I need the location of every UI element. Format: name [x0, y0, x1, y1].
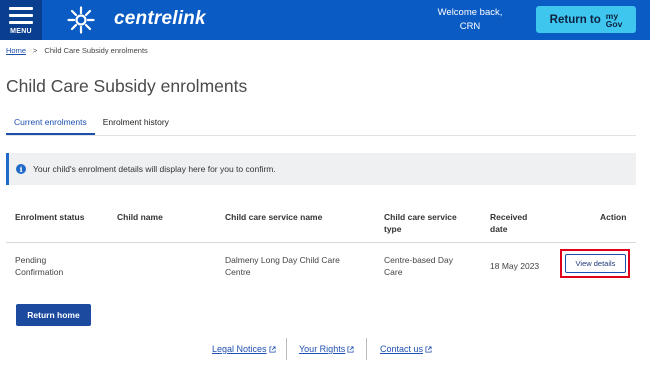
mygov-gov-text: Gov	[605, 18, 623, 29]
breadcrumb-separator: >	[33, 46, 38, 55]
contact-us-label: Contact us	[380, 344, 424, 354]
your-rights-link[interactable]: Your Rights	[299, 344, 354, 354]
page-title: Child Care Subsidy enrolments	[6, 76, 248, 96]
footer-divider	[366, 338, 367, 360]
footer-divider	[286, 338, 287, 360]
status-line1: Pending	[15, 255, 47, 265]
service-line2: Centre	[225, 267, 251, 277]
breadcrumb: Home > Child Care Subsidy enrolments	[6, 46, 148, 55]
header-received-line1: Received	[490, 212, 528, 222]
header-service-type-line2: type	[384, 224, 402, 234]
legal-notices-link[interactable]: Legal Notices	[212, 344, 276, 354]
centrelink-logo-text[interactable]: centrelink	[114, 8, 206, 30]
return-to-label: Return to	[549, 13, 601, 26]
header-enrolment-status: Enrolment status	[15, 212, 85, 222]
menu-button[interactable]: MENU	[0, 0, 42, 40]
hamburger-icon	[9, 7, 33, 24]
return-home-button[interactable]: Return home	[16, 304, 91, 326]
info-message: i Your child's enrolment details will di…	[6, 153, 636, 185]
centrelink-star-icon	[67, 6, 95, 34]
header-received-date: Received date	[490, 211, 527, 235]
service-line1: Dalmeny Long Day Child Care	[225, 255, 340, 265]
site-header: MENU centrelink Welcome back, CRN Return…	[0, 0, 650, 40]
external-link-icon	[347, 345, 354, 353]
header-service-type-line1: Child care service	[384, 212, 457, 222]
mygov-logo: my Gov	[605, 11, 623, 29]
contact-us-link[interactable]: Contact us	[380, 344, 432, 354]
tab-enrolment-history[interactable]: Enrolment history	[95, 117, 177, 135]
crn-label: CRN	[459, 21, 481, 32]
cell-received-date: 18 May 2023	[490, 261, 540, 271]
breadcrumb-current: Child Care Subsidy enrolments	[44, 46, 148, 55]
cell-service-type: Centre-based Day Care	[384, 254, 453, 278]
status-line2: Confirmation	[15, 267, 64, 277]
info-icon: i	[16, 164, 26, 174]
menu-label: MENU	[10, 28, 32, 35]
header-service-name: Child care service name	[225, 212, 323, 222]
header-service-type: Child care service type	[384, 211, 457, 235]
tab-current-enrolments[interactable]: Current enrolments	[6, 117, 95, 135]
legal-notices-label: Legal Notices	[212, 344, 267, 354]
your-rights-label: Your Rights	[299, 344, 346, 354]
breadcrumb-home-link[interactable]: Home	[6, 46, 26, 55]
welcome-message: Welcome back, CRN	[430, 6, 510, 34]
header-received-line2: date	[490, 224, 508, 234]
info-text: Your child's enrolment details will disp…	[33, 164, 276, 174]
external-link-icon	[425, 345, 432, 353]
cell-enrolment-status: Pending Confirmation	[15, 254, 63, 278]
header-action: Action	[600, 212, 627, 222]
tabs-divider	[6, 135, 636, 136]
return-to-mygov-button[interactable]: Return to my Gov	[536, 6, 636, 33]
table-header-divider	[6, 242, 636, 243]
welcome-line: Welcome back,	[437, 7, 503, 18]
cell-service-name: Dalmeny Long Day Child Care Centre	[225, 254, 340, 278]
type-line1: Centre-based Day	[384, 255, 453, 265]
type-line2: Care	[384, 267, 403, 277]
header-child-name: Child name	[117, 212, 163, 222]
view-details-button[interactable]: View details	[565, 254, 626, 273]
tab-bar: Current enrolments Enrolment history	[6, 117, 177, 135]
external-link-icon	[269, 345, 276, 353]
